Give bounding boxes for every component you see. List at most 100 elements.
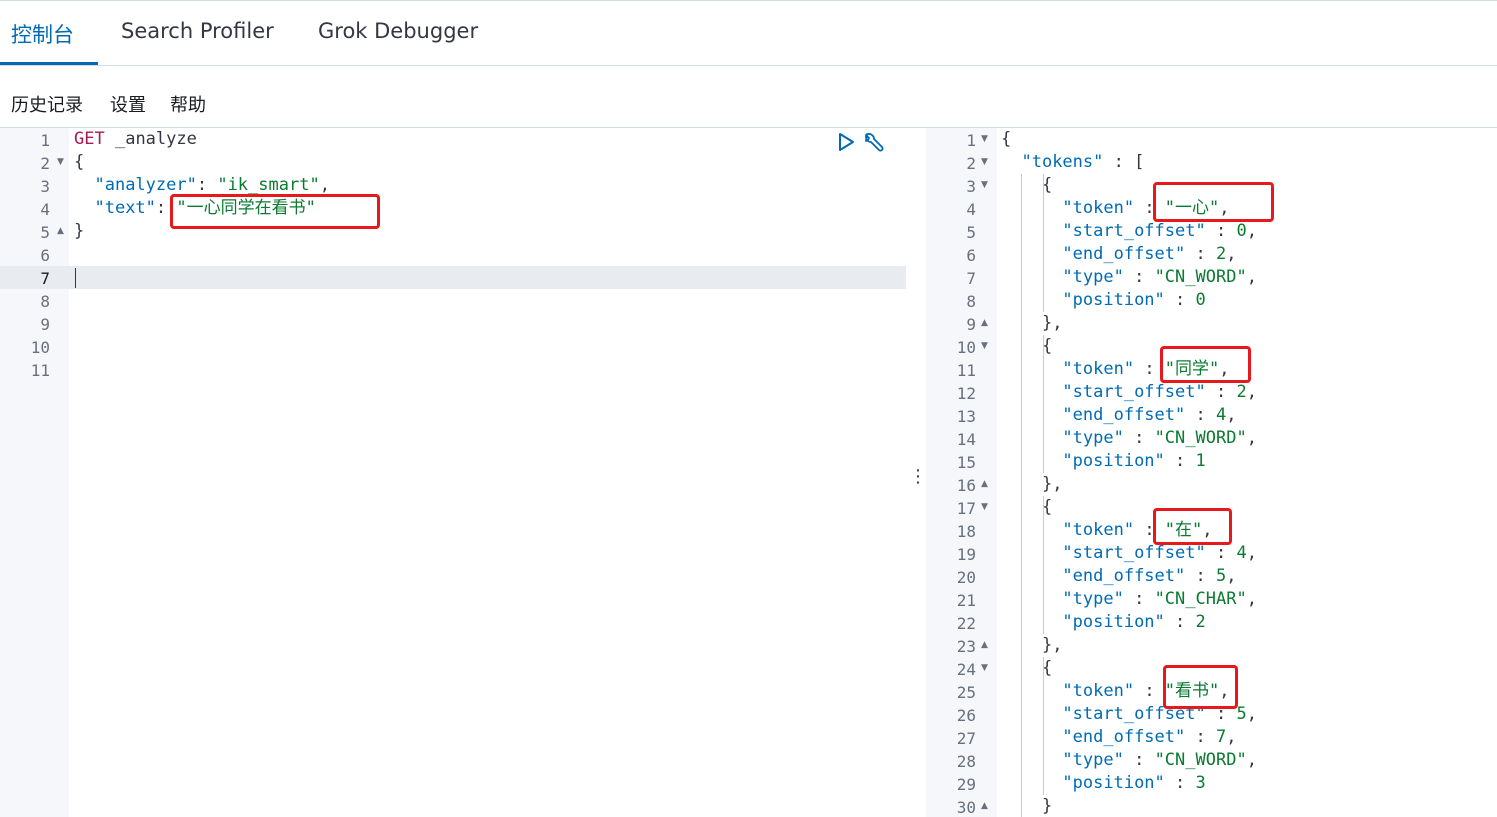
token-object-open: { — [1041, 336, 1053, 356]
tab-bar: 控制台 Search Profiler Grok Debugger — [0, 1, 1497, 66]
menu-settings[interactable]: 设置 — [110, 91, 146, 117]
highlight-box — [1160, 346, 1251, 383]
fold-open-icon[interactable]: ▼ — [981, 341, 988, 351]
line-number: 17 — [956, 499, 976, 518]
active-tab-indicator — [0, 62, 98, 65]
token-key: "token" — [1062, 198, 1135, 218]
tab-grok-debugger[interactable]: Grok Debugger — [318, 19, 478, 43]
line-number: 8 — [966, 292, 976, 311]
type-value: "CN_CHAR" — [1154, 589, 1247, 609]
token-object-open: { — [1041, 175, 1053, 195]
indent-guide — [1043, 174, 1044, 312]
text-cursor — [75, 268, 76, 288]
type-value: "CN_WORD" — [1154, 428, 1247, 448]
request-line-open: { — [74, 152, 85, 172]
fold-open-icon[interactable]: ▼ — [981, 180, 988, 190]
token-key: "token" — [1062, 681, 1135, 701]
position-key: "position" — [1062, 612, 1165, 632]
line-number: 24 — [956, 660, 976, 679]
line-number: 4 — [966, 200, 976, 219]
start-offset-value: 5 — [1236, 704, 1247, 724]
position-line: "position" : 3 — [1062, 773, 1206, 793]
highlight-box — [1153, 182, 1274, 222]
position-line: "position" : 2 — [1062, 612, 1206, 632]
fold-close-icon[interactable]: ▲ — [981, 479, 988, 489]
line-number: 18 — [956, 522, 976, 541]
end-offset-value: 2 — [1215, 244, 1227, 264]
line-number: 1 — [40, 131, 50, 150]
request-path: _analyze — [114, 129, 197, 149]
tab-search-profiler[interactable]: Search Profiler — [121, 19, 274, 43]
token-object-close: }, — [1041, 313, 1063, 333]
line-number: 9 — [40, 315, 50, 334]
play-icon[interactable] — [836, 132, 856, 152]
line-number: 20 — [956, 568, 976, 587]
console-menu: 历史记录 设置 帮助 — [0, 66, 1497, 128]
line-number: 13 — [956, 407, 976, 426]
line-number: 28 — [956, 752, 976, 771]
wrench-icon[interactable] — [861, 131, 885, 155]
line-number: 26 — [956, 706, 976, 725]
fold-open-icon[interactable]: ▼ — [981, 134, 988, 144]
end-offset-line: "end_offset" : 2, — [1062, 244, 1237, 264]
highlight-box — [1163, 665, 1238, 709]
position-line: "position" : 0 — [1062, 290, 1206, 310]
fold-close-icon[interactable]: ▲ — [981, 318, 988, 328]
start-offset-value: 4 — [1236, 543, 1247, 563]
start-offset-key: "start_offset" — [1062, 221, 1206, 241]
json-open: { — [1001, 129, 1012, 149]
line-number: 14 — [956, 430, 976, 449]
fold-close-icon[interactable]: ▲ — [57, 226, 64, 236]
menu-history[interactable]: 历史记录 — [11, 91, 83, 117]
type-key: "type" — [1062, 750, 1124, 770]
line-number: 2 — [40, 154, 50, 173]
tab-console[interactable]: 控制台 — [11, 19, 74, 49]
position-value: 2 — [1195, 612, 1206, 632]
line-number: 6 — [40, 246, 50, 265]
indent-guide — [1021, 174, 1022, 817]
tokens-key: "tokens" — [1021, 152, 1104, 172]
line-number: 30 — [956, 798, 976, 817]
type-key: "type" — [1062, 589, 1124, 609]
token-object-close: }, — [1041, 635, 1063, 655]
menu-help[interactable]: 帮助 — [170, 91, 206, 117]
line-number: 23 — [956, 637, 976, 656]
type-line: "type" : "CN_CHAR", — [1062, 589, 1257, 609]
line-number: 19 — [956, 545, 976, 564]
end-offset-key: "end_offset" — [1062, 405, 1186, 425]
fold-close-icon[interactable]: ▲ — [981, 801, 988, 811]
end-offset-key: "end_offset" — [1062, 566, 1186, 586]
start-offset-line: "start_offset" : 4, — [1062, 543, 1257, 563]
highlight-box — [1153, 508, 1232, 545]
fold-open-icon[interactable]: ▼ — [981, 157, 988, 167]
end-offset-value: 4 — [1215, 405, 1227, 425]
fold-open-icon[interactable]: ▼ — [981, 502, 988, 512]
token-object-open: { — [1041, 497, 1053, 517]
request-line-method: GET _analyze — [74, 128, 197, 151]
request-line-close: } — [74, 221, 85, 241]
position-value: 0 — [1195, 290, 1206, 310]
line-number: 3 — [966, 177, 976, 196]
end-offset-line: "end_offset" : 4, — [1062, 405, 1237, 425]
resize-handle-icon[interactable]: ⋮ — [909, 466, 927, 487]
token-object-close: } — [1041, 796, 1053, 816]
line-number: 10 — [956, 338, 976, 357]
end-offset-key: "end_offset" — [1062, 244, 1186, 264]
position-key: "position" — [1062, 773, 1165, 793]
start-offset-value: 2 — [1236, 382, 1247, 402]
fold-close-icon[interactable]: ▲ — [981, 640, 988, 650]
highlight-box — [170, 194, 380, 229]
start-offset-key: "start_offset" — [1062, 382, 1206, 402]
line-number: 3 — [40, 177, 50, 196]
fold-open-icon[interactable]: ▼ — [57, 157, 64, 167]
type-line: "type" : "CN_WORD", — [1062, 267, 1257, 287]
line-number: 7 — [966, 269, 976, 288]
start-offset-line: "start_offset" : 0, — [1062, 221, 1257, 241]
line-number: 22 — [956, 614, 976, 633]
token-key: "token" — [1062, 359, 1135, 379]
request-editor[interactable]: 1 2 3 4 5 6 7 8 9 10 11 ▼ ▲ GET _analyze { "analyz… — [0, 128, 906, 817]
position-value: 1 — [1195, 451, 1206, 471]
token-key: "token" — [1062, 520, 1135, 540]
indent-guide — [1043, 657, 1044, 795]
fold-open-icon[interactable]: ▼ — [981, 663, 988, 673]
